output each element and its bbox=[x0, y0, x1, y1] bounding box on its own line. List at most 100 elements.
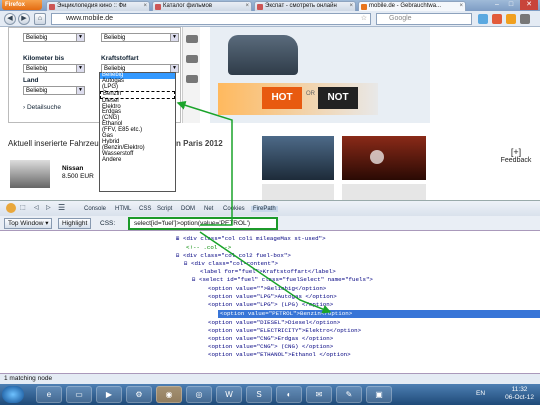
close-tab-icon[interactable]: × bbox=[459, 2, 463, 11]
system-clock[interactable]: 11:32 06-Oct-12 bbox=[505, 386, 534, 402]
forward-icon[interactable]: ▷ bbox=[46, 204, 51, 211]
code-line[interactable]: <!-- .col --> bbox=[0, 244, 540, 252]
taskbar-app2-icon[interactable]: ▣ bbox=[366, 386, 392, 403]
close-window-icon[interactable]: ✕ bbox=[520, 0, 538, 10]
code-line[interactable]: <option value="CNG">Erdgas </option> bbox=[0, 335, 540, 343]
navigation-bar: ◀ ▶ ⌂ www.mobile.de ☆ Google bbox=[0, 11, 540, 27]
taskbar-media-icon[interactable]: ▶ bbox=[96, 386, 122, 403]
firefox-menu-button[interactable]: Firefox bbox=[2, 0, 42, 10]
taskbar-explorer-icon[interactable]: ▭ bbox=[66, 386, 92, 403]
bookmarks-icon[interactable] bbox=[478, 14, 488, 24]
tab-dom[interactable]: DOM bbox=[181, 206, 195, 212]
firebug-icon[interactable] bbox=[6, 203, 16, 213]
hot-or-not-banner[interactable]: HOT OR NOT bbox=[210, 27, 430, 123]
code-line[interactable]: <option value="">Beliebig</option> bbox=[0, 285, 540, 293]
start-button[interactable] bbox=[2, 386, 24, 403]
detail-search-link[interactable]: › Detailsuche bbox=[23, 104, 61, 111]
video-thumbnail[interactable] bbox=[342, 136, 426, 180]
code-line[interactable]: ⊞ <div class="col col1 mileageMax st-use… bbox=[0, 235, 540, 243]
taskbar-eclipse-icon[interactable]: ◐ bbox=[276, 386, 302, 403]
fuel-dropdown-list[interactable]: Beliebig Autogas (LPG) Benzin Diesel Ele… bbox=[99, 72, 176, 192]
browser-tab-3[interactable]: Экспат - смотреть онлайн × bbox=[254, 1, 356, 11]
code-line[interactable]: <label for="fuel">Kraftstoffart</label> bbox=[0, 268, 540, 276]
status-bar: 1 matching node bbox=[0, 373, 540, 384]
selector-input[interactable]: select[id='fuel']>option(value='PETROL') bbox=[128, 217, 278, 230]
firebug-icon[interactable] bbox=[506, 14, 516, 24]
chevron-down-icon: ▼ bbox=[170, 34, 178, 41]
code-line[interactable]: <option value="LPG"> (LPG) </option> bbox=[0, 301, 540, 309]
inspect-icon[interactable]: ⬚ bbox=[20, 204, 26, 211]
taskbar-skype-icon[interactable]: S bbox=[246, 386, 272, 403]
browser-tab-4[interactable]: mobile.de - Gebrauchtwa... × bbox=[358, 1, 466, 11]
code-line[interactable]: ⊟ <div class="col-content"> bbox=[0, 260, 540, 268]
code-line[interactable]: ⊟ <select id="fuel" class="fuelSelect" n… bbox=[0, 276, 540, 284]
tab-css[interactable]: CSS bbox=[139, 206, 151, 212]
taskbar-chrome-icon[interactable]: ◎ bbox=[186, 386, 212, 403]
menu-icon[interactable] bbox=[520, 14, 530, 24]
tab-html[interactable]: HTML bbox=[115, 206, 131, 212]
code-line[interactable]: <option value="ELECTRICITY">Elektro</opt… bbox=[0, 327, 540, 335]
code-text: <option value="ETHANOL">Ethanol </option… bbox=[208, 351, 351, 358]
video-thumbnail[interactable] bbox=[342, 184, 426, 200]
forward-icon[interactable]: ▶ bbox=[18, 13, 30, 25]
tab-favicon-icon bbox=[257, 4, 263, 10]
fuel-option[interactable]: Andere bbox=[100, 157, 175, 164]
hot-or-not-strip: HOT OR NOT bbox=[218, 83, 378, 115]
tab-net[interactable]: Net bbox=[204, 206, 213, 212]
tab-favicon-icon bbox=[49, 4, 55, 10]
tab-console[interactable]: Console bbox=[84, 206, 106, 212]
code-line[interactable]: <option value="ETHANOL">Ethanol </option… bbox=[0, 351, 540, 359]
video-thumbnail[interactable] bbox=[262, 184, 334, 200]
back-icon[interactable]: ◀ bbox=[4, 13, 16, 25]
panel-menu-icon[interactable]: ☰ bbox=[58, 203, 65, 212]
css-selector-label: CSS: bbox=[100, 220, 116, 227]
code-line[interactable]: <option value="LPG">Autogas </option> bbox=[0, 293, 540, 301]
minimize-icon[interactable]: – bbox=[490, 0, 504, 10]
maximize-icon[interactable]: □ bbox=[504, 0, 518, 10]
listing-card[interactable]: Nissan 8.500 EUR bbox=[10, 160, 110, 195]
search-input[interactable]: Google bbox=[376, 13, 472, 25]
taskbar-outlook-icon[interactable]: ✉ bbox=[306, 386, 332, 403]
highlight-button[interactable]: Highlight bbox=[58, 218, 92, 229]
addon-icon[interactable] bbox=[492, 14, 502, 24]
home-icon[interactable]: ⌂ bbox=[34, 13, 46, 25]
tab-firepath[interactable]: FirePath bbox=[251, 206, 278, 212]
km-select[interactable]: Beliebig ▼ bbox=[23, 64, 85, 73]
taskbar-app-icon[interactable]: ⚙ bbox=[126, 386, 152, 403]
url-bar[interactable]: www.mobile.de ☆ bbox=[51, 13, 371, 25]
tab-favicon-icon bbox=[361, 4, 367, 10]
taskbar-word-icon[interactable]: W bbox=[216, 386, 242, 403]
code-line[interactable]: ⊟ <div class="col col2 fuel-box"> bbox=[0, 252, 540, 260]
back-icon[interactable]: ◁ bbox=[34, 204, 39, 211]
close-tab-icon[interactable]: × bbox=[349, 2, 353, 11]
close-tab-icon[interactable]: × bbox=[245, 2, 249, 11]
van-icon[interactable] bbox=[186, 75, 198, 83]
taskbar-firefox-icon[interactable]: ◉ bbox=[156, 386, 182, 403]
browser-tab-2[interactable]: Каталог фильмов × bbox=[152, 1, 252, 11]
code-line-selected[interactable]: <option value="PETROL">Benzin</option> bbox=[218, 310, 540, 318]
land-select[interactable]: Beliebig ▼ bbox=[23, 86, 85, 95]
code-line[interactable]: <option value="CNG"> (CNG) </option> bbox=[0, 343, 540, 351]
code-text: <option value="DIESEL">Diesel</option> bbox=[208, 319, 341, 326]
feedback-button[interactable]: [+] Feedback bbox=[496, 147, 536, 164]
video-thumbnail[interactable] bbox=[262, 136, 334, 180]
taskbar-ie-icon[interactable]: e bbox=[36, 386, 62, 403]
language-indicator[interactable]: EN bbox=[476, 390, 485, 397]
taskbar-paint-icon[interactable]: ✎ bbox=[336, 386, 362, 403]
play-icon[interactable] bbox=[370, 150, 384, 164]
browser-tab-1[interactable]: Энциклопедия кино :: Фи × bbox=[46, 1, 150, 11]
code-text: <div class="col col1 mileageMax st-used"… bbox=[182, 235, 326, 242]
top-select[interactable]: Beliebig ▼ bbox=[23, 33, 85, 42]
bookmark-star-icon[interactable]: ☆ bbox=[361, 14, 367, 24]
chevron-down-icon: ▼ bbox=[76, 87, 84, 94]
tab-cookies[interactable]: Cookies bbox=[223, 206, 245, 212]
close-tab-icon[interactable]: × bbox=[143, 2, 147, 11]
tab-script[interactable]: Script bbox=[157, 206, 172, 212]
car-icon[interactable] bbox=[186, 35, 198, 43]
windows-taskbar: e ▭ ▶ ⚙ ◉ ◎ W S ◐ ✉ ✎ ▣ EN 11:32 06-Oct-… bbox=[0, 384, 540, 405]
truck-icon[interactable] bbox=[186, 55, 198, 63]
code-text: <!-- .col --> bbox=[186, 244, 232, 251]
top-select-2[interactable]: Beliebig ▼ bbox=[101, 33, 179, 42]
code-line[interactable]: <option value="DIESEL">Diesel</option> bbox=[0, 319, 540, 327]
top-window-select[interactable]: Top Window ▾ bbox=[4, 218, 53, 229]
